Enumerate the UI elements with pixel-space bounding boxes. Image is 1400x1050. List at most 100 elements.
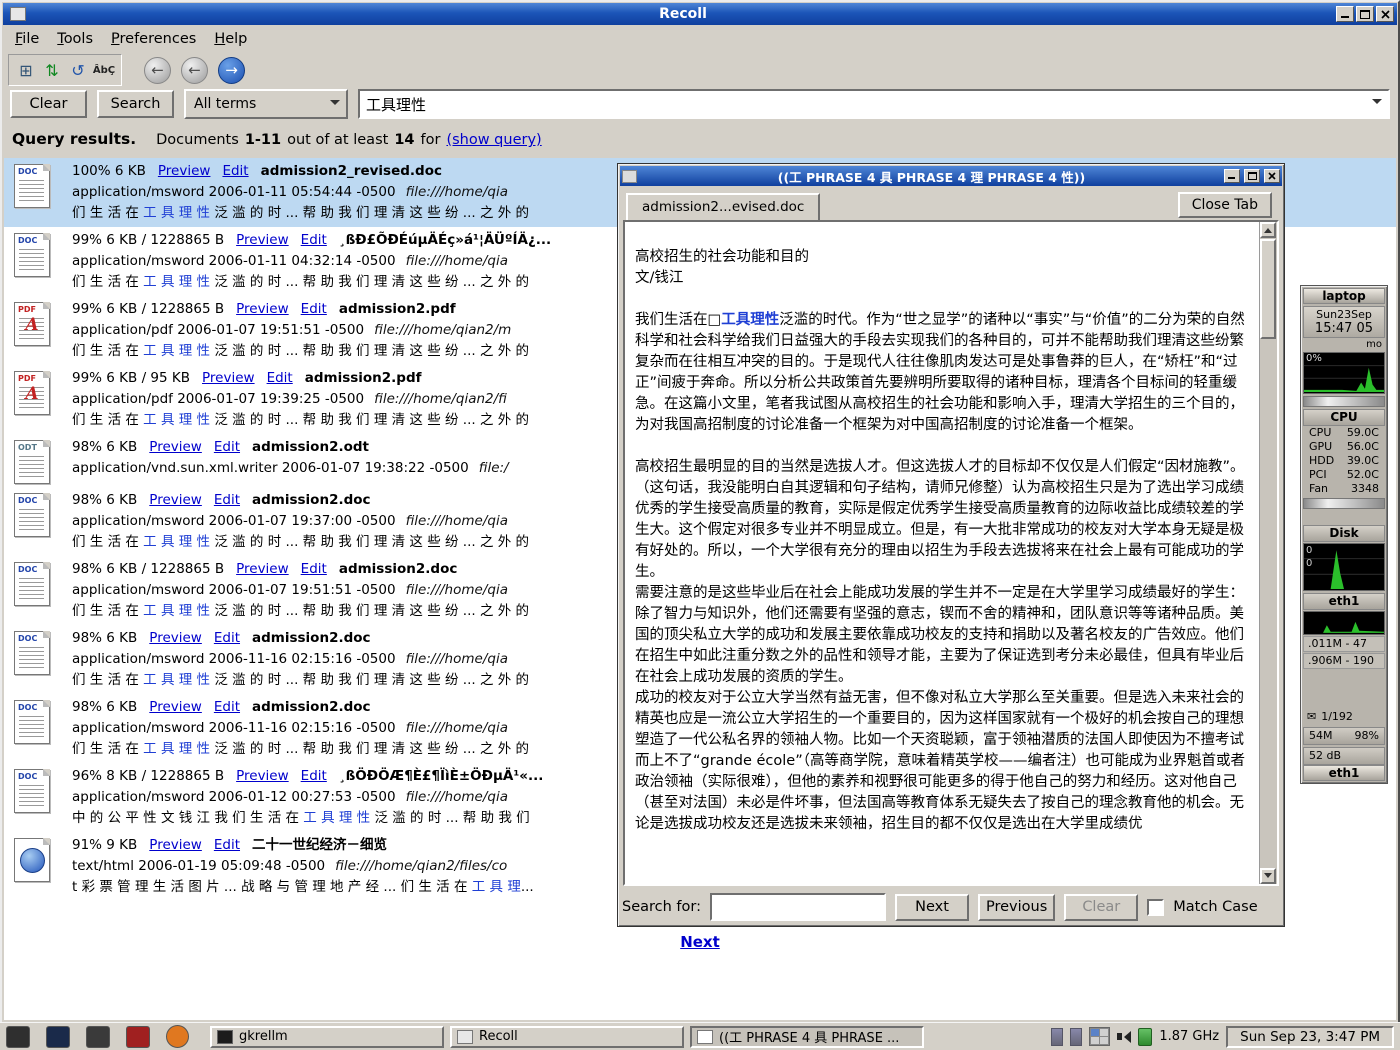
find-clear-button[interactable]: Clear	[1064, 894, 1138, 921]
window-manager-icon[interactable]	[6, 1026, 30, 1048]
sort-parameters-icon[interactable]: ⇅	[39, 57, 65, 83]
edit-link[interactable]: Edit	[267, 370, 293, 386]
edit-link[interactable]: Edit	[214, 837, 240, 853]
next-page-icon[interactable]: →	[218, 57, 245, 84]
history-icon[interactable]: ↺	[65, 57, 91, 83]
search-mode-value: All terms	[194, 96, 256, 112]
edit-link[interactable]: Edit	[301, 768, 327, 784]
scroll-up-icon[interactable]	[1260, 222, 1276, 238]
tool-group: ⊞⇅↺ÂbÇ	[8, 54, 122, 86]
edit-link[interactable]: Edit	[214, 492, 240, 508]
pdf-file-icon: PDFA	[14, 302, 50, 346]
preview-link[interactable]: Preview	[236, 301, 289, 317]
query-history-arrow-icon[interactable]	[1372, 99, 1382, 109]
minimize-button[interactable]	[1336, 6, 1354, 22]
preview-link[interactable]: Preview	[158, 163, 211, 179]
term-explorer-icon[interactable]: ÂbÇ	[91, 57, 117, 83]
result-mimetype-date: application/vnd.sun.xml.writer 2006-01-0…	[72, 460, 469, 476]
preview-link[interactable]: Preview	[236, 561, 289, 577]
workspace-pager[interactable]	[1089, 1027, 1110, 1046]
tray-icon-1[interactable]	[1051, 1028, 1063, 1046]
result-relevance: 100% 6 KB	[72, 163, 146, 179]
memory-used: 54M	[1309, 728, 1333, 744]
result-relevance: 98% 6 KB	[72, 699, 137, 715]
table-tool-icon[interactable]: ⊞	[13, 57, 39, 83]
query-input[interactable]	[360, 94, 1388, 114]
sensor-row: CPU59.0C	[1303, 426, 1385, 440]
preview-link[interactable]: Preview	[236, 232, 289, 248]
result-mimetype-date: application/pdf 2006-01-07 19:39:25 -050…	[72, 391, 364, 407]
preview-link[interactable]: Preview	[149, 699, 202, 715]
document-text: 高校招生的社会功能和目的文/钱江 我们生活在□工具理性泛滥的时代。作为“世之显学…	[635, 226, 1250, 884]
search-button[interactable]: Search	[97, 90, 174, 118]
find-next-button[interactable]: Next	[895, 894, 969, 921]
clear-button[interactable]: Clear	[10, 90, 87, 118]
search-mode-select[interactable]: All terms	[184, 89, 348, 119]
edit-link[interactable]: Edit	[301, 301, 327, 317]
maximize-button[interactable]	[1356, 6, 1374, 22]
page-fold	[43, 440, 50, 447]
preview-link[interactable]: Preview	[149, 630, 202, 646]
preview-link[interactable]: Preview	[202, 370, 255, 386]
find-previous-button[interactable]: Previous	[978, 894, 1055, 921]
menu-file[interactable]: File	[6, 28, 48, 50]
next-page-link[interactable]: Next	[680, 933, 720, 951]
menu-preferences[interactable]: Preferences	[102, 28, 205, 50]
preview-minimize-button[interactable]	[1224, 169, 1240, 183]
result-url: file:///home/qian2/fi	[374, 391, 507, 407]
edit-link[interactable]: Edit	[214, 630, 240, 646]
preview-link[interactable]: Preview	[149, 492, 202, 508]
show-query-link[interactable]: (show query)	[446, 132, 541, 148]
edit-link[interactable]: Edit	[301, 232, 327, 248]
preview-tab[interactable]: admission2...evised.doc	[626, 193, 820, 220]
close-tab-button[interactable]: Close Tab	[1178, 192, 1272, 218]
tray-icon-2[interactable]	[1070, 1028, 1082, 1046]
file-manager-icon[interactable]	[86, 1026, 110, 1048]
result-filename: admission2.pdf	[305, 370, 422, 386]
result-mimetype-date: application/msword 2006-01-07 19:37:00 -…	[72, 513, 396, 529]
snippet-match: 工 具 理	[472, 879, 521, 895]
close-button[interactable]	[1376, 6, 1394, 22]
snippet-match: 工 具 理 性	[143, 741, 210, 757]
menu-help[interactable]: Help	[205, 28, 256, 50]
net-tx-stat: .906M - 190	[1303, 653, 1385, 669]
result-filename: 二十一世纪经济－细览	[252, 837, 387, 853]
doc-file-icon: DOC	[14, 562, 50, 606]
terminal-icon[interactable]	[46, 1026, 70, 1048]
edit-link[interactable]: Edit	[214, 439, 240, 455]
gkrellm-footer: eth1	[1303, 765, 1385, 781]
find-input[interactable]	[710, 893, 886, 921]
taskbar-task-gkrellm[interactable]: gkrellm	[210, 1026, 444, 1048]
result-filename: admission2.doc	[252, 699, 371, 715]
scrollbar-thumb[interactable]	[1260, 239, 1276, 339]
sensor-label: CPU	[1309, 426, 1331, 440]
preview-close-button[interactable]	[1264, 169, 1280, 183]
match-case-label: Match Case	[1173, 899, 1257, 915]
result-relevance: 98% 6 KB	[72, 630, 137, 646]
first-page-icon[interactable]: ←	[144, 57, 171, 84]
taskbar-task-preview[interactable]: ((工 PHRASE 4 具 PHRASE ...	[690, 1026, 924, 1048]
html-file-icon	[14, 838, 50, 882]
menu-tools[interactable]: Tools	[48, 28, 102, 50]
preview-link[interactable]: Preview	[236, 768, 289, 784]
result-mimetype-date: application/msword 2006-01-07 19:51:51 -…	[72, 582, 396, 598]
preview-text-area[interactable]: 高校招生的社会功能和目的文/钱江 我们生活在□工具理性泛滥的时代。作为“世之显学…	[623, 220, 1279, 886]
package-manager-icon[interactable]	[126, 1026, 150, 1048]
edit-link[interactable]: Edit	[222, 163, 248, 179]
edit-link[interactable]: Edit	[301, 561, 327, 577]
firefox-icon[interactable]	[166, 1025, 189, 1048]
prev-page-icon[interactable]: ←	[181, 57, 208, 84]
preview-link[interactable]: Preview	[149, 439, 202, 455]
preview-link[interactable]: Preview	[149, 837, 202, 853]
scroll-down-icon[interactable]	[1260, 868, 1276, 884]
recoll-titlebar[interactable]: Recoll	[3, 3, 1397, 25]
result-relevance: 99% 6 KB / 1228865 B	[72, 301, 224, 317]
volume-icon[interactable]	[1117, 1031, 1131, 1043]
edit-link[interactable]: Edit	[214, 699, 240, 715]
preview-scrollbar[interactable]	[1259, 222, 1277, 884]
preview-maximize-button[interactable]	[1244, 169, 1260, 183]
taskbar-task-recoll[interactable]: Recoll	[450, 1026, 684, 1048]
match-case-checkbox[interactable]	[1147, 899, 1164, 916]
preview-titlebar[interactable]: ((工 PHRASE 4 具 PHRASE 4 理 PHRASE 4 性))	[620, 166, 1282, 186]
toolbar: ⊞⇅↺ÂbÇ ← ← →	[8, 53, 245, 87]
